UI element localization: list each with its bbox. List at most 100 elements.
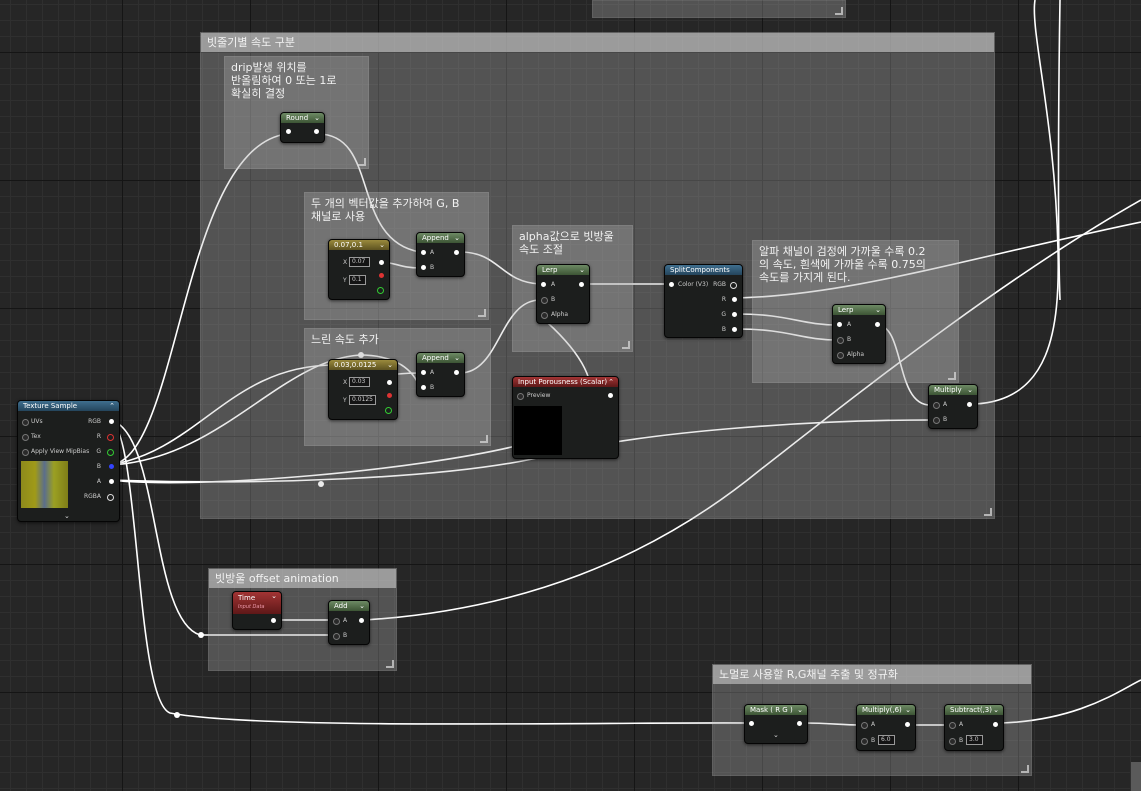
output-pin[interactable] bbox=[314, 129, 319, 134]
scrollbar-thumb[interactable] bbox=[1131, 762, 1141, 791]
node-append-1[interactable]: Append ⌄ A B bbox=[416, 232, 465, 277]
input-pin-b[interactable] bbox=[333, 633, 340, 640]
output-pin[interactable] bbox=[454, 250, 459, 255]
collapse-chevron-icon[interactable]: ⌄ bbox=[454, 233, 460, 243]
node-lerp-1[interactable]: Lerp ⌄ A B Alpha bbox=[536, 264, 590, 324]
node-constant-0.07-0.1[interactable]: 0.07,0.1 ⌄ X 0.07 Y 0.1 bbox=[328, 239, 390, 300]
output-pin-g[interactable] bbox=[385, 407, 392, 414]
collapse-chevron-icon[interactable]: ⌄ bbox=[579, 265, 585, 275]
output-pin-a[interactable] bbox=[109, 479, 114, 484]
output-pin[interactable] bbox=[875, 322, 880, 327]
collapse-chevron-icon[interactable]: ⌄ bbox=[271, 592, 277, 601]
collapse-chevron-icon[interactable]: ⌃ bbox=[109, 401, 115, 411]
input-pin-a[interactable] bbox=[541, 282, 546, 287]
input-pin-a[interactable] bbox=[421, 250, 426, 255]
output-pin[interactable] bbox=[579, 282, 584, 287]
output-pin[interactable] bbox=[387, 380, 392, 385]
b-value-field[interactable]: 6.0 bbox=[878, 735, 895, 745]
collapse-chevron-icon[interactable]: ⌄ bbox=[797, 705, 803, 715]
output-pin-g[interactable] bbox=[732, 312, 737, 317]
node-time[interactable]: Time Input Data ⌄ bbox=[232, 591, 282, 630]
collapse-chevron-icon[interactable]: ⌄ bbox=[967, 385, 973, 395]
input-pin-b[interactable] bbox=[541, 297, 548, 304]
output-pin[interactable] bbox=[608, 393, 613, 398]
output-pin-r[interactable] bbox=[107, 434, 114, 441]
node-multiply-6[interactable]: Multiply(,6) ⌄ A B 6.0 bbox=[856, 704, 916, 751]
x-value-field[interactable]: 0.03 bbox=[349, 377, 370, 387]
collapse-chevron-icon[interactable]: ⌄ bbox=[875, 305, 881, 315]
node-subtract-3[interactable]: Subtract(,3) ⌄ A B 3.0 bbox=[944, 704, 1004, 751]
collapse-chevron-icon[interactable]: ⌄ bbox=[314, 113, 320, 123]
input-pin[interactable] bbox=[286, 129, 291, 134]
expand-chevron-icon[interactable]: ⌄ bbox=[64, 512, 70, 520]
node-append-2[interactable]: Append ⌄ A B bbox=[416, 352, 465, 397]
collapse-chevron-icon[interactable]: ⌄ bbox=[905, 705, 911, 715]
output-pin-r[interactable] bbox=[732, 297, 737, 302]
input-pin-color[interactable] bbox=[669, 282, 674, 287]
output-pin-b[interactable] bbox=[732, 327, 737, 332]
pin-label: Color (V3) bbox=[678, 281, 709, 288]
collapse-chevron-icon[interactable]: ⌄ bbox=[993, 705, 999, 715]
output-pin-rgba[interactable] bbox=[107, 494, 114, 501]
collapse-chevron-icon[interactable]: ⌄ bbox=[379, 240, 385, 250]
pin-label: Apply View MipBias bbox=[31, 448, 90, 455]
output-pin[interactable] bbox=[797, 721, 802, 726]
node-lerp-2[interactable]: Lerp ⌄ A B Alpha bbox=[832, 304, 886, 364]
output-pin[interactable] bbox=[454, 370, 459, 375]
output-pin-g[interactable] bbox=[377, 287, 384, 294]
output-pin[interactable] bbox=[271, 618, 276, 623]
field-label: X bbox=[343, 259, 348, 266]
comment-box-top-partial[interactable] bbox=[592, 0, 846, 18]
node-multiply[interactable]: Multiply ⌄ A B bbox=[928, 384, 978, 429]
preview-pin[interactable] bbox=[517, 393, 524, 400]
output-pin[interactable] bbox=[993, 722, 998, 727]
output-pin-r[interactable] bbox=[387, 393, 392, 398]
input-pin-b[interactable] bbox=[421, 385, 426, 390]
output-pin-rgb[interactable] bbox=[109, 419, 114, 424]
x-value-field[interactable]: 0.07 bbox=[349, 257, 370, 267]
input-pin-a[interactable] bbox=[861, 722, 868, 729]
input-pin-alpha[interactable] bbox=[541, 312, 548, 319]
pin-label: RGBA bbox=[83, 493, 101, 500]
node-round[interactable]: Round ⌄ bbox=[280, 112, 325, 143]
output-pin[interactable] bbox=[967, 402, 972, 407]
input-pin-b[interactable] bbox=[933, 417, 940, 424]
node-add[interactable]: Add ⌄ A B bbox=[328, 600, 370, 645]
input-pin-b[interactable] bbox=[421, 265, 426, 270]
output-pin-g[interactable] bbox=[107, 449, 114, 456]
output-pin-r[interactable] bbox=[379, 273, 384, 278]
output-pin-rgb[interactable] bbox=[730, 282, 737, 289]
node-split-components[interactable]: SplitComponents Color (V3) RGB R G B bbox=[664, 264, 743, 338]
input-pin-alpha[interactable] bbox=[837, 352, 844, 359]
output-pin-b[interactable] bbox=[109, 464, 114, 469]
input-pin-a[interactable] bbox=[333, 618, 340, 625]
collapse-chevron-icon[interactable]: ⌄ bbox=[387, 360, 393, 370]
input-pin-a[interactable] bbox=[421, 370, 426, 375]
node-constant-0.03-0.0125[interactable]: 0.03,0.0125 ⌄ X 0.03 Y 0.0125 bbox=[328, 359, 398, 420]
collapse-chevron-icon[interactable]: ⌃ bbox=[608, 377, 614, 387]
collapse-chevron-icon[interactable]: ⌄ bbox=[454, 353, 460, 363]
input-pin-b[interactable] bbox=[949, 738, 956, 745]
b-value-field[interactable]: 3.0 bbox=[966, 735, 983, 745]
output-pin[interactable] bbox=[359, 618, 364, 623]
node-input-porousness[interactable]: Input Porousness (Scalar) ⌃ Preview bbox=[512, 376, 619, 459]
comment-title: 두 개의 벡터값을 추가하여 G, B 채널로 사용 bbox=[311, 197, 460, 223]
output-pin[interactable] bbox=[905, 722, 910, 727]
y-value-field[interactable]: 0.1 bbox=[349, 275, 366, 285]
output-pin[interactable] bbox=[379, 260, 384, 265]
node-texture-sample[interactable]: Texture Sample ⌃ UVs Tex Apply View MipBi… bbox=[17, 400, 120, 522]
input-pin-a[interactable] bbox=[949, 722, 956, 729]
input-pin-b[interactable] bbox=[861, 738, 868, 745]
node-title: Mask ( R G ) ⌄ bbox=[745, 705, 807, 715]
node-mask-rg[interactable]: Mask ( R G ) ⌄ ⌄ bbox=[744, 704, 808, 744]
input-pin-b[interactable] bbox=[837, 337, 844, 344]
y-value-field[interactable]: 0.0125 bbox=[349, 395, 376, 405]
expand-chevron-icon[interactable]: ⌄ bbox=[773, 731, 779, 739]
input-pin[interactable] bbox=[22, 419, 29, 426]
input-pin-a[interactable] bbox=[933, 402, 940, 409]
input-pin-a[interactable] bbox=[837, 322, 842, 327]
collapse-chevron-icon[interactable]: ⌄ bbox=[359, 601, 365, 611]
input-pin[interactable] bbox=[749, 721, 754, 726]
input-pin[interactable] bbox=[22, 449, 29, 456]
input-pin[interactable] bbox=[22, 434, 29, 441]
